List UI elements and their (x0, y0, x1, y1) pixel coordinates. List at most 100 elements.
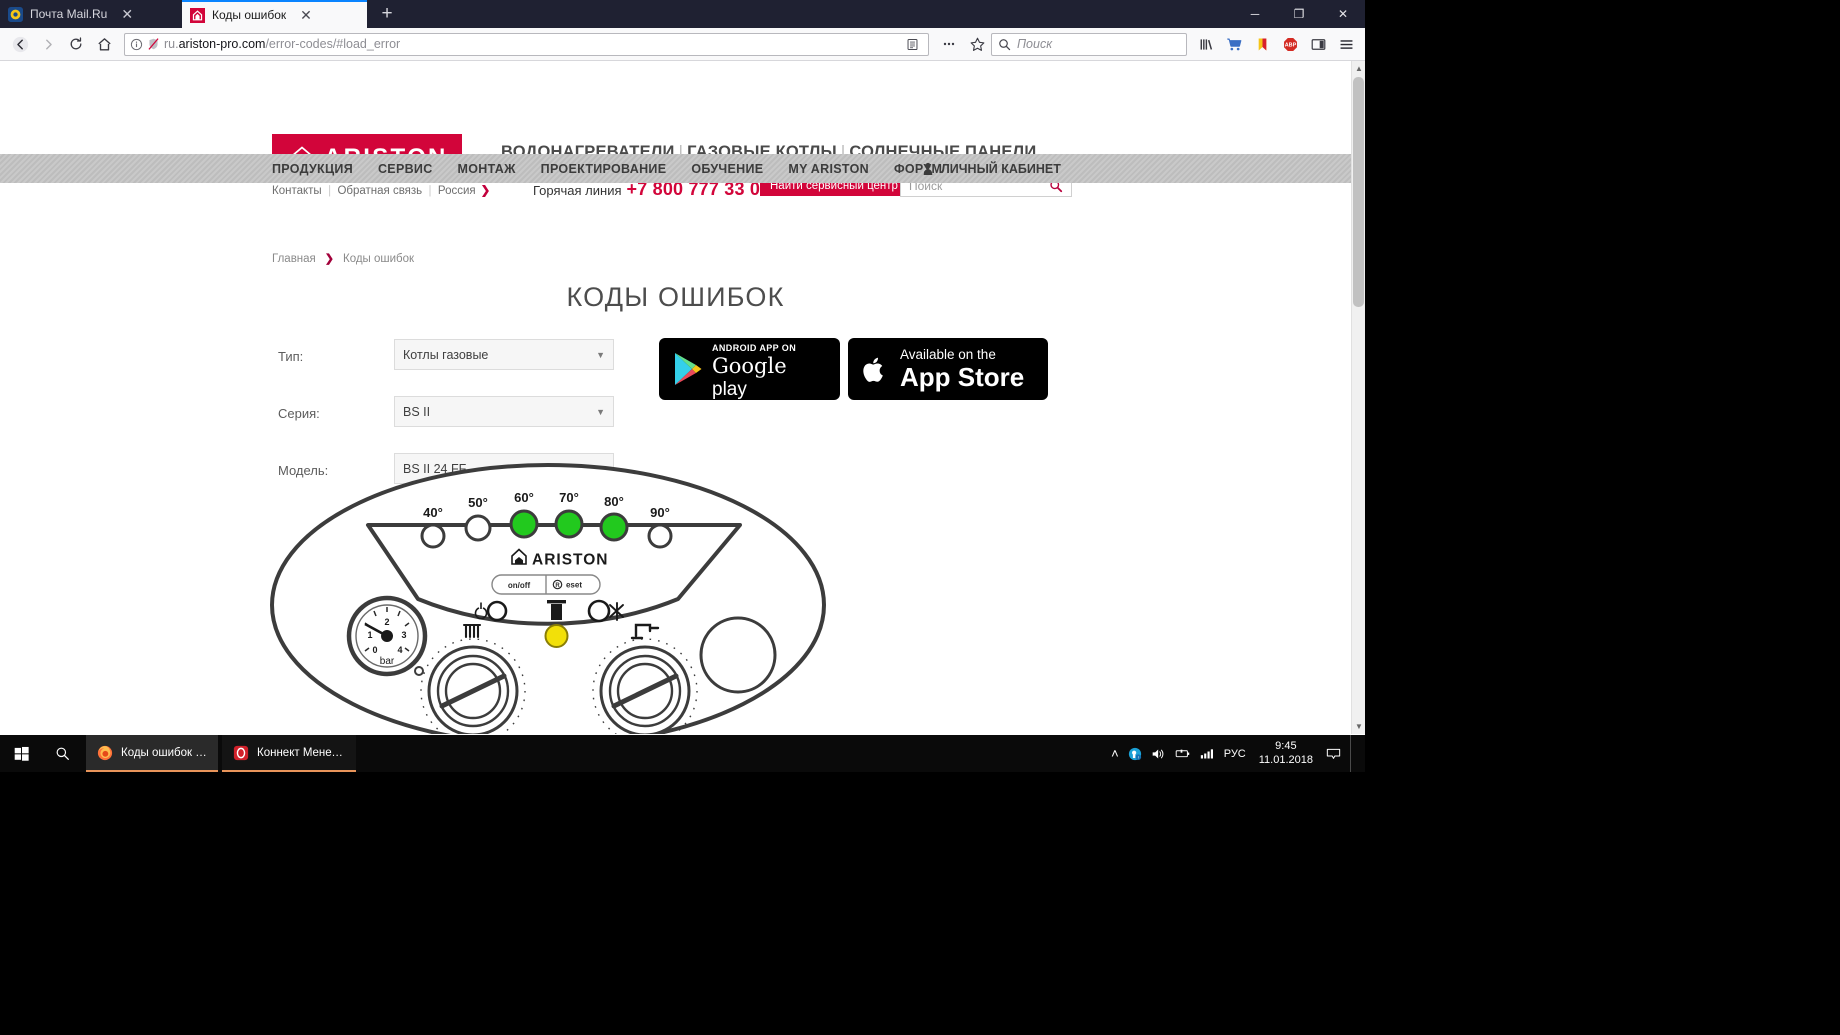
svg-text:on/off: on/off (508, 581, 531, 590)
nav-service[interactable]: СЕРВИС (378, 162, 433, 176)
series-label: Серия: (278, 406, 320, 421)
scroll-down-icon[interactable]: ▼ (1352, 719, 1365, 734)
tab-mail-ru[interactable]: Почта Mail.Ru ✕ (0, 0, 180, 28)
tab-strip: Почта Mail.Ru ✕ Коды ошибок ✕ + ─ ❐ ✕ (0, 0, 1365, 28)
taskbar-item-connect-manager[interactable]: Коннект Менеджер (222, 735, 356, 772)
svg-text:4: 4 (397, 645, 402, 655)
close-icon[interactable]: ✕ (121, 7, 133, 21)
page-actions-button[interactable] (935, 31, 963, 57)
app-store-text: Available on the App Store (900, 346, 1034, 391)
close-window-button[interactable]: ✕ (1321, 0, 1365, 28)
svg-text:ARISTON: ARISTON (532, 552, 608, 569)
breadcrumb-current: Коды ошибок (343, 252, 415, 265)
close-icon[interactable]: ✕ (300, 8, 312, 22)
nav-my-ariston[interactable]: MY ARISTON (788, 162, 869, 176)
security-icon[interactable]: i (1128, 747, 1142, 761)
breadcrumb: Главная ❯ Коды ошибок (272, 252, 415, 266)
series-value: BS II (403, 404, 431, 419)
reader-view-icon[interactable] (901, 33, 923, 55)
tab-error-codes[interactable]: Коды ошибок ✕ (182, 0, 367, 28)
taskbar-item-firefox[interactable]: Коды ошибок - M... (86, 735, 218, 772)
search-icon (998, 38, 1011, 51)
maximize-button[interactable]: ❐ (1277, 0, 1321, 28)
form-row-series: Серия: BS II ▼ (278, 396, 618, 437)
nav-installation[interactable]: МОНТАЖ (458, 162, 516, 176)
taskbar-search-button[interactable] (44, 735, 80, 772)
google-play-text: ANDROID APP ON Google play (712, 338, 826, 400)
reload-button[interactable] (62, 31, 90, 57)
home-button[interactable] (90, 31, 118, 57)
svg-text:60°: 60° (514, 490, 534, 505)
svg-text:50°: 50° (468, 495, 488, 510)
nav-training[interactable]: ОБУЧЕНИЕ (691, 162, 763, 176)
toolbar-icons: ABP (1193, 31, 1359, 57)
type-select[interactable]: Котлы газовые ▼ (394, 339, 614, 370)
chevron-down-icon: ▼ (596, 406, 605, 417)
app-store-badge[interactable]: Available on the App Store (848, 338, 1048, 400)
panel-cutout (699, 616, 777, 694)
subnav-country[interactable]: Россия (438, 185, 476, 197)
url-bar[interactable]: ru.ariston-pro.com/error-codes/#load_err… (124, 32, 929, 56)
screen: Почта Mail.Ru ✕ Коды ошибок ✕ + ─ ❐ ✕ ru… (0, 0, 1840, 1035)
scrollbar-thumb[interactable] (1353, 77, 1364, 307)
firefox-icon (97, 745, 113, 761)
new-tab-button[interactable]: + (376, 4, 398, 26)
sidebar-icon[interactable] (1305, 31, 1331, 57)
bookmark-icon[interactable] (1249, 31, 1275, 57)
web-page: ARISTON ВОДОНАГРЕВАТЕЛИ|ГАЗОВЫЕ КОТЛЫ|СО… (0, 61, 1351, 734)
network-icon[interactable] (1200, 747, 1215, 760)
page-scrollbar[interactable]: ▲ ▼ (1351, 61, 1365, 734)
notification-icon[interactable] (1326, 747, 1341, 761)
minimize-button[interactable]: ─ (1233, 0, 1277, 28)
svg-text:R: R (555, 583, 560, 589)
subnav-feedback[interactable]: Обратная связь (337, 185, 422, 197)
svg-text:0: 0 (372, 645, 377, 655)
breadcrumb-home[interactable]: Главная (272, 253, 316, 265)
type-label: Тип: (278, 349, 304, 364)
shield-slash-icon[interactable] (147, 37, 160, 51)
adblock-plus-icon[interactable]: ABP (1277, 31, 1303, 57)
svg-text:3: 3 (401, 630, 406, 640)
page-viewport: ARISTON ВОДОНАГРЕВАТЕЛИ|ГАЗОВЫЕ КОТЛЫ|СО… (0, 61, 1365, 734)
show-desktop-button[interactable] (1350, 735, 1357, 772)
battery-icon[interactable] (1175, 747, 1191, 760)
hotline-label: Горячая линия (533, 183, 622, 198)
series-select[interactable]: BS II ▼ (394, 396, 614, 427)
svg-text:i: i (1138, 754, 1139, 759)
nav-design[interactable]: ПРОЕКТИРОВАНИЕ (541, 162, 667, 176)
tray-overflow-button[interactable]: ˄ (1111, 746, 1119, 761)
system-tray: ˄ i РУС 9:45 11.01.2018 (1111, 735, 1365, 772)
nav-personal-cabinet[interactable]: ЛИЧНЫЙ КАБИНЕТ (922, 154, 1061, 183)
back-button[interactable] (6, 31, 34, 57)
menu-icon[interactable] (1333, 31, 1359, 57)
taskbar: Коды ошибок - M... Коннект Менеджер ˄ i (0, 735, 1365, 772)
url-text: ru.ariston-pro.com/error-codes/#load_err… (164, 37, 401, 51)
svg-text:40°: 40° (423, 505, 443, 520)
tab-title: Коды ошибок (212, 8, 287, 22)
google-play-badge[interactable]: ANDROID APP ON Google play (659, 338, 840, 400)
google-play-icon (673, 352, 712, 386)
browser-search-placeholder: Поиск (1017, 37, 1053, 51)
language-indicator[interactable]: РУС (1224, 748, 1246, 760)
navigation-toolbar: ru.ariston-pro.com/error-codes/#load_err… (0, 28, 1365, 61)
type-value: Котлы газовые (403, 347, 489, 362)
apple-icon (862, 353, 900, 386)
forward-button[interactable] (34, 31, 62, 57)
library-icon[interactable] (1193, 31, 1219, 57)
volume-icon[interactable] (1151, 747, 1166, 761)
clock[interactable]: 9:45 11.01.2018 (1259, 740, 1313, 768)
form-row-type: Тип: Котлы газовые ▼ (278, 339, 618, 380)
nav-products[interactable]: ПРОДУКЦИЯ (272, 162, 353, 176)
browser-search-bar[interactable]: Поиск (991, 32, 1187, 56)
cart-icon[interactable] (1221, 31, 1247, 57)
user-icon (922, 162, 934, 176)
scroll-up-icon[interactable]: ▲ (1352, 61, 1365, 76)
subnav-contacts[interactable]: Контакты (272, 185, 322, 197)
star-icon[interactable] (963, 31, 991, 57)
app-store-line2: App Store (900, 362, 1025, 393)
info-icon[interactable] (130, 38, 143, 51)
google-play-line1: ANDROID APP ON (712, 343, 797, 353)
main-navigation: ПРОДУКЦИЯ СЕРВИС МОНТАЖ ПРОЕКТИРОВАНИЕ О… (0, 154, 1351, 183)
connect-manager-icon (233, 745, 249, 761)
start-button[interactable] (0, 735, 42, 772)
